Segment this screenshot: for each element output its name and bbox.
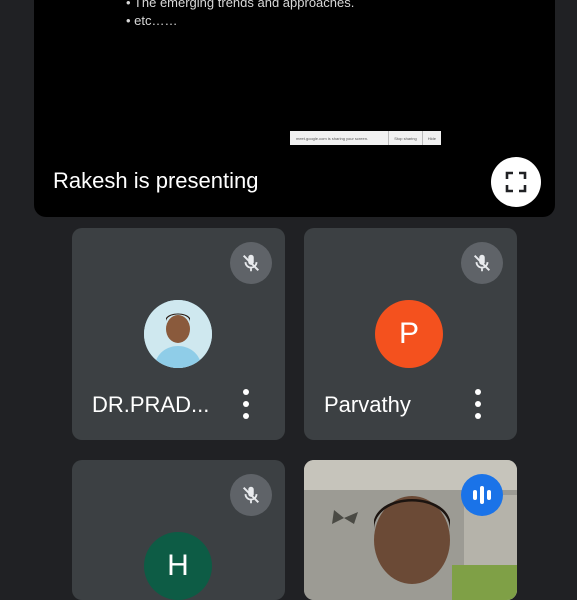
participant-name: DR.PRAD... <box>92 392 210 417</box>
mic-off-icon <box>473 254 491 272</box>
mic-off-badge <box>461 242 503 284</box>
avatar: P <box>375 300 443 368</box>
fullscreen-button[interactable] <box>491 157 541 207</box>
mic-off-icon <box>242 254 260 272</box>
participant-tile[interactable]: P Parvathy <box>304 228 517 440</box>
slide-line: • etc…… <box>126 13 178 28</box>
avatar <box>144 300 212 368</box>
slide-content: • The emerging trends and approaches. • … <box>126 0 354 30</box>
stop-sharing-button[interactable]: Stop sharing <box>388 131 421 145</box>
participant-tile[interactable]: DR.PRAD... <box>72 228 285 440</box>
hide-button[interactable]: Hide <box>421 131 441 145</box>
mic-off-icon <box>242 486 260 504</box>
presentation-view[interactable]: • The emerging trends and approaches. • … <box>34 0 555 217</box>
person-photo-icon <box>144 300 212 368</box>
participant-video-tile[interactable] <box>304 460 517 600</box>
slide-line: • The emerging trends and approaches. <box>126 0 355 10</box>
more-options-button[interactable] <box>474 389 482 419</box>
audio-level-icon <box>472 485 493 504</box>
fullscreen-icon <box>505 171 527 193</box>
presenter-label: Rakesh is presenting <box>53 168 259 193</box>
more-options-button[interactable] <box>242 389 250 419</box>
avatar: H <box>144 532 212 600</box>
screen-share-bar: meet.google.com is sharing your screen. … <box>290 131 441 145</box>
speaking-badge <box>461 474 503 516</box>
participant-name: Parvathy <box>324 392 411 417</box>
participant-tile[interactable]: H <box>72 460 285 600</box>
mic-off-badge <box>230 474 272 516</box>
share-message: meet.google.com is sharing your screen. <box>296 135 369 141</box>
mic-off-badge <box>230 242 272 284</box>
